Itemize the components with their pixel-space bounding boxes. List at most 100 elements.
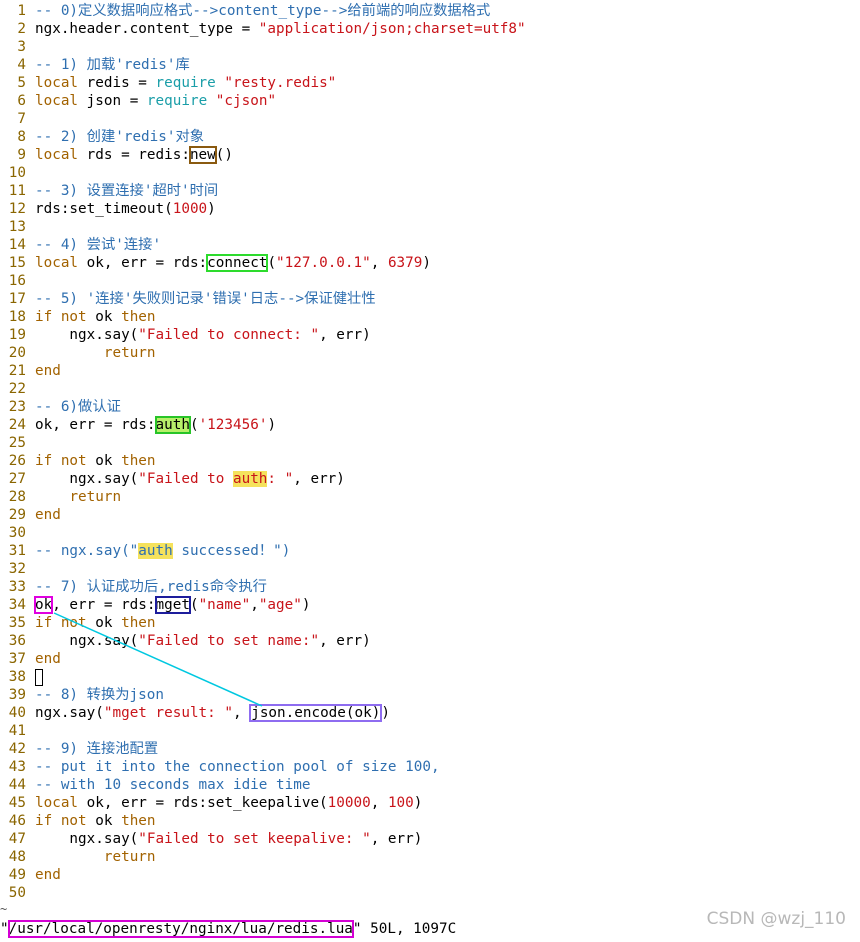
code-line[interactable]: 33 -- 7) 认证成功后,redis命令执行: [0, 578, 860, 596]
code-line[interactable]: 36 ngx.say("Failed to set name:", err): [0, 632, 860, 650]
code-token: 10000: [327, 795, 371, 811]
code-line[interactable]: 16: [0, 272, 860, 290]
line-code: ngx.say("mget result: ", json.encode(ok)…: [35, 704, 390, 722]
code-line[interactable]: 46 if not ok then: [0, 812, 860, 830]
code-line[interactable]: 35 if not ok then: [0, 614, 860, 632]
code-line[interactable]: 43 -- put it into the connection pool of …: [0, 758, 860, 776]
highlighted-token: auth: [138, 543, 173, 559]
code-line[interactable]: 44 -- with 10 seconds max idie time: [0, 776, 860, 794]
code-line[interactable]: 37 end: [0, 650, 860, 668]
line-code: return: [35, 489, 121, 505]
line-code: local ok, err = rds:set_keepalive(10000,…: [35, 795, 422, 811]
code-token: "resty.redis": [224, 75, 337, 91]
code-token: successed！"): [172, 543, 291, 559]
code-token: then: [121, 615, 156, 631]
line-number: 22: [8, 381, 26, 397]
code-token: local: [35, 255, 79, 271]
code-line[interactable]: 32: [0, 560, 860, 578]
code-line[interactable]: 50: [0, 884, 860, 902]
code-line[interactable]: 39 -- 8) 转换为json: [0, 686, 860, 704]
line-code: end: [35, 507, 61, 523]
code-line[interactable]: 18 if not ok then: [0, 308, 860, 326]
code-line[interactable]: 6 local json = require "cjson": [0, 92, 860, 110]
line-code: ngx.say("Failed to auth: ", err): [35, 471, 345, 487]
code-line[interactable]: 21 end: [0, 362, 860, 380]
code-line[interactable]: 34 ok, err = rds:mget("name","age"): [0, 596, 860, 614]
line-number: 7: [17, 111, 26, 127]
line-number: 28: [8, 489, 26, 505]
code-line[interactable]: 8 -- 2) 创建'redis'对象: [0, 128, 860, 146]
line-number: 11: [8, 183, 26, 199]
code-line[interactable]: 25: [0, 434, 860, 452]
line-code: ok, err = rds:mget("name","age"): [33, 596, 310, 614]
code-token: local: [35, 75, 79, 91]
code-line[interactable]: 4 -- 1) 加载'redis'库: [0, 56, 860, 74]
code-line[interactable]: 1 -- 0)定义数据响应格式-->content_type-->给前端的响应数据…: [0, 2, 860, 20]
code-line[interactable]: 13: [0, 218, 860, 236]
code-line[interactable]: 3: [0, 38, 860, 56]
code-token: end: [35, 867, 61, 883]
highlighted-token: json.encode(ok): [249, 704, 383, 722]
code-token: ngx.say(: [35, 327, 139, 343]
code-line[interactable]: 2 ngx.header.content_type = "application/…: [0, 20, 860, 38]
line-number: 16: [8, 273, 26, 289]
code-token: '123456': [198, 417, 268, 433]
code-token: "mget result: ": [103, 705, 233, 721]
line-number: 35: [8, 615, 26, 631]
line-number: 30: [8, 525, 26, 541]
code-token: "Failed to set name:": [138, 633, 320, 649]
code-token: -- 2) 创建'redis'对象: [35, 129, 205, 145]
code-line[interactable]: 9 local rds = redis:new(): [0, 146, 860, 164]
line-number: 32: [8, 561, 26, 577]
code-token: 6379: [387, 255, 423, 271]
code-editor[interactable]: 1 -- 0)定义数据响应格式-->content_type-->给前端的响应数据…: [0, 2, 860, 902]
code-line[interactable]: 11 -- 3) 设置连接'超时'时间: [0, 182, 860, 200]
code-line[interactable]: 17 -- 5) '连接'失败则记录'错误'日志-->保证健壮性: [0, 290, 860, 308]
line-number: 13: [8, 219, 26, 235]
code-token: (: [189, 417, 199, 433]
highlighted-token: auth: [154, 416, 191, 434]
code-line[interactable]: 42 -- 9) 连接池配置: [0, 740, 860, 758]
code-token: "Failed to: [138, 471, 233, 487]
code-line[interactable]: 31 -- ngx.say("auth successed！"): [0, 542, 860, 560]
line-number: 24: [8, 417, 26, 433]
code-line[interactable]: 5 local redis = require "resty.redis": [0, 74, 860, 92]
code-token: if not: [35, 453, 87, 469]
code-line[interactable]: 24 ok, err = rds:auth('123456'): [0, 416, 860, 434]
line-number: 10: [8, 165, 26, 181]
line-number: 46: [8, 813, 26, 829]
code-line[interactable]: 28 return: [0, 488, 860, 506]
code-line[interactable]: 22: [0, 380, 860, 398]
code-line[interactable]: 30: [0, 524, 860, 542]
code-line[interactable]: 49 end: [0, 866, 860, 884]
code-token: return: [103, 345, 156, 361]
code-line[interactable]: 14 -- 4) 尝试'连接': [0, 236, 860, 254]
line-code: ok, err = rds:auth('123456'): [35, 416, 276, 434]
line-number: 5: [17, 75, 26, 91]
code-line[interactable]: 41: [0, 722, 860, 740]
code-line[interactable]: 7: [0, 110, 860, 128]
line-number: 20: [8, 345, 26, 361]
code-line[interactable]: 12 rds:set_timeout(1000): [0, 200, 860, 218]
highlighted-token: auth: [232, 471, 268, 487]
code-line[interactable]: 48 return: [0, 848, 860, 866]
code-line[interactable]: 23 -- 6)做认证: [0, 398, 860, 416]
code-line[interactable]: 20 return: [0, 344, 860, 362]
code-line[interactable]: 10: [0, 164, 860, 182]
code-line[interactable]: 19 ngx.say("Failed to connect: ", err): [0, 326, 860, 344]
code-line[interactable]: 27 ngx.say("Failed to auth: ", err): [0, 470, 860, 488]
code-token: , err): [293, 471, 345, 487]
line-number: 37: [8, 651, 26, 667]
code-line[interactable]: 26 if not ok then: [0, 452, 860, 470]
code-line[interactable]: 15 local ok, err = rds:connect("127.0.0.1…: [0, 254, 860, 272]
code-line[interactable]: 40 ngx.say("mget result: ", json.encode(o…: [0, 704, 860, 722]
code-line[interactable]: 29 end: [0, 506, 860, 524]
code-token: ngx.say(: [35, 633, 139, 649]
code-line[interactable]: 38: [0, 668, 860, 686]
code-token: -- put it into the connection pool of si…: [35, 759, 440, 775]
line-number: 39: [8, 687, 26, 703]
code-line[interactable]: 47 ngx.say("Failed to set keepalive: ", …: [0, 830, 860, 848]
code-line[interactable]: 45 local ok, err = rds:set_keepalive(1000…: [0, 794, 860, 812]
status-quote: ": [0, 921, 9, 937]
highlighted-token: connect: [206, 254, 269, 272]
